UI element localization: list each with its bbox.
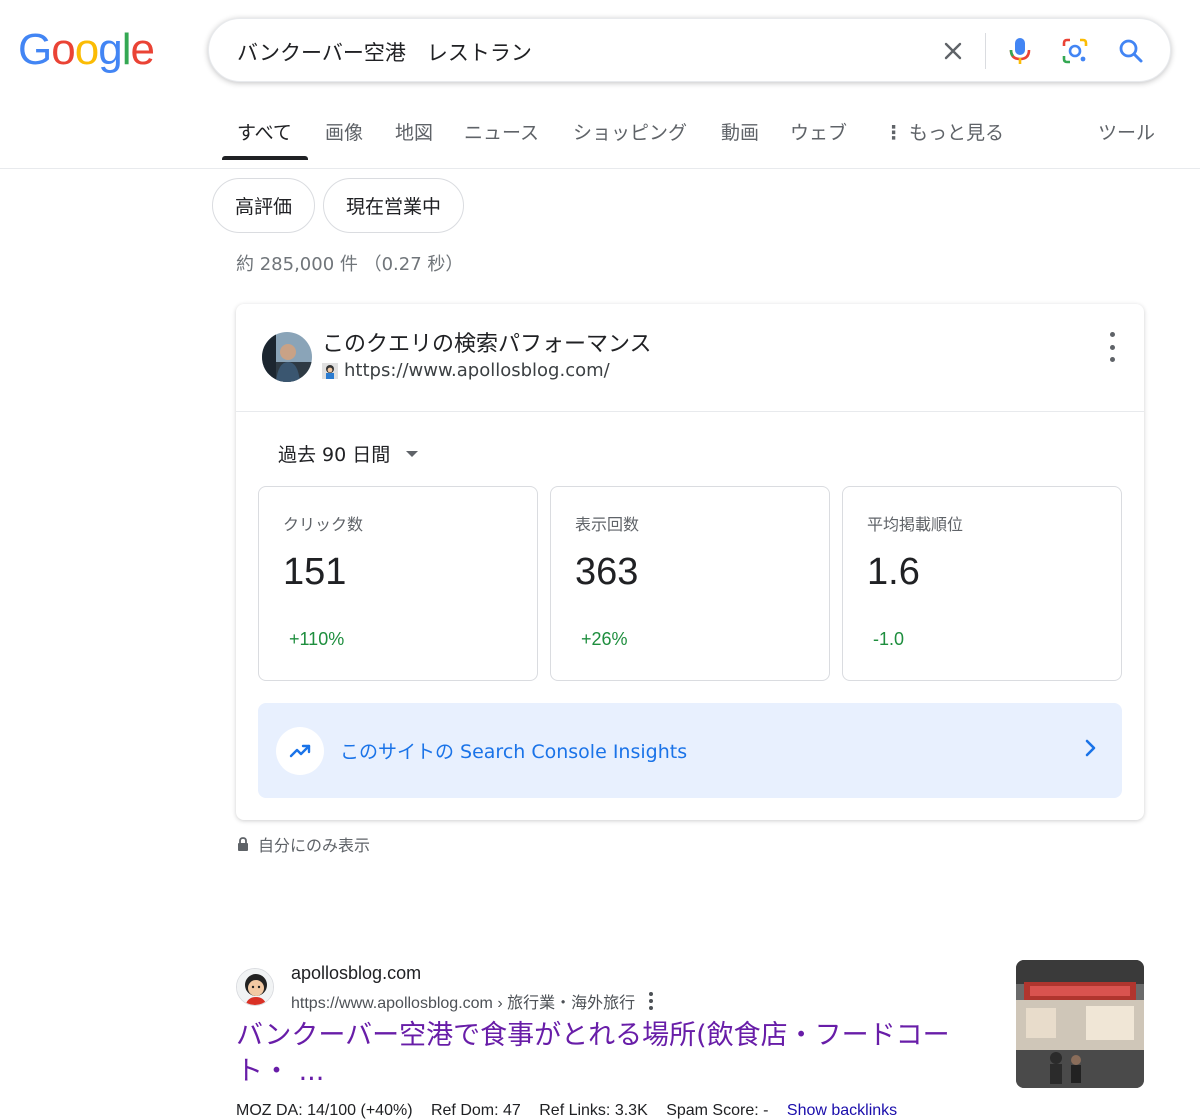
search-console-url: https://www.apollosblog.com/ (344, 360, 610, 381)
metric-delta: -1.0 (873, 629, 905, 649)
clear-icon[interactable] (935, 33, 971, 69)
tab-news[interactable]: ニュース (464, 118, 539, 145)
result-stats: 約 285,000 件 （0.27 秒） (236, 254, 464, 275)
tools-button[interactable]: ツール (1098, 118, 1155, 145)
dropdown-arrow-icon (406, 450, 419, 457)
private-note-text: 自分にのみ表示 (258, 836, 371, 855)
search-icon[interactable] (1113, 33, 1149, 69)
logo-letter: g (98, 25, 123, 74)
metric-delta: +110% (289, 629, 345, 649)
period-label: 過去 90 日間 (278, 444, 391, 466)
search-input[interactable]: バンクーバー空港 レストラン (237, 37, 532, 67)
lens-icon[interactable] (1057, 33, 1093, 69)
more-options-icon[interactable] (649, 992, 654, 1010)
active-tab-indicator (222, 156, 308, 160)
search-console-title: このクエリの検索パフォーマンス (322, 332, 652, 357)
tab-videos[interactable]: 動画 (721, 118, 759, 145)
tab-web[interactable]: ウェブ (790, 118, 847, 145)
result-favicon[interactable] (236, 968, 274, 1006)
chevron-right-icon (1084, 737, 1098, 763)
search-tabs: すべて 画像 地図 ニュース ショッピング 動画 ウェブ ⋮ もっと見る ツール (0, 100, 1200, 169)
breadcrumb-text: https://www.apollosblog.com › 旅行業・海外旅行 (291, 995, 636, 1012)
tab-all[interactable]: すべて (237, 118, 292, 145)
show-backlinks-link[interactable]: Show backlinks (787, 1102, 897, 1119)
metric-value: 151 (283, 551, 347, 593)
metric-label: 表示回数 (575, 515, 640, 534)
tab-shopping[interactable]: ショッピング (573, 118, 687, 145)
logo-letter: G (18, 25, 52, 74)
search-console-card: このクエリの検索パフォーマンス https://www.apollosblog.… (236, 304, 1144, 820)
site-avatar (262, 332, 312, 382)
logo-letter: l (121, 25, 132, 74)
metric-card-clicks: クリック数 151 +110% (258, 486, 538, 681)
result-title-link[interactable]: バンクーバー空港で食事がとれる場所(飲食店・フードコート・ ... (236, 1018, 986, 1090)
logo-letter: o (51, 25, 76, 74)
google-logo[interactable]: Google (18, 25, 155, 74)
logo-letter: e (130, 25, 155, 74)
tab-more-label: もっと見る (909, 122, 1005, 144)
metric-card-impressions: 表示回数 363 +26% (550, 486, 830, 681)
moz-da: MOZ DA: 14/100 (+40%) (236, 1102, 413, 1119)
ref-domains: Ref Dom: 47 (430, 1102, 521, 1119)
metric-value: 1.6 (867, 551, 920, 593)
insights-label: このサイトの Search Console Insights (340, 741, 688, 763)
ref-links: Ref Links: 3.3K (539, 1102, 648, 1119)
lock-icon (238, 837, 248, 851)
search-divider (985, 33, 986, 69)
spam-score: Spam Score: - (666, 1102, 769, 1119)
result-thumbnail[interactable] (1016, 960, 1144, 1088)
metric-label: 平均掲載順位 (867, 515, 964, 534)
period-dropdown[interactable]: 過去 90 日間 (278, 440, 419, 467)
logo-letter: o (74, 25, 100, 74)
metric-value: 363 (575, 551, 639, 593)
metric-card-position: 平均掲載順位 1.6 -1.0 (842, 486, 1122, 681)
search-box[interactable]: バンクーバー空港 レストラン (208, 18, 1171, 82)
result-site-name[interactable]: apollosblog.com (291, 963, 421, 984)
tab-images[interactable]: 画像 (325, 118, 363, 145)
microphone-icon[interactable] (1002, 33, 1038, 69)
tab-more[interactable]: ⋮ もっと見る (884, 118, 1004, 145)
more-vert-icon: ⋮ (884, 122, 903, 144)
card-menu-icon[interactable] (1102, 332, 1122, 362)
search-console-header: このクエリの検索パフォーマンス https://www.apollosblog.… (236, 304, 1144, 412)
tab-maps[interactable]: 地図 (395, 118, 433, 145)
metric-delta: +26% (581, 629, 628, 649)
metric-label: クリック数 (283, 515, 364, 534)
result-breadcrumb[interactable]: https://www.apollosblog.com › 旅行業・海外旅行 (291, 989, 654, 1013)
search-console-insights-link[interactable]: このサイトの Search Console Insights (258, 703, 1122, 798)
chip-open-now[interactable]: 現在営業中 (323, 178, 465, 233)
private-visibility-note: 自分にのみ表示 (236, 832, 370, 856)
search-console-site: https://www.apollosblog.com/ (322, 360, 610, 381)
site-favicon-icon (322, 362, 338, 379)
seo-metrics-bar: MOZ DA: 14/100 (+40%) Ref Dom: 47 Ref Li… (236, 1102, 911, 1120)
trending-up-icon (276, 727, 324, 775)
chip-top-rated[interactable]: 高評価 (212, 178, 316, 233)
